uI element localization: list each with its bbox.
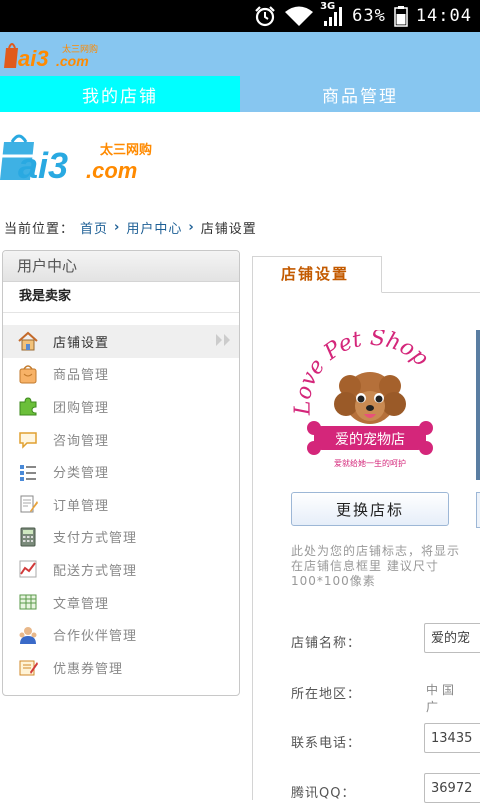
sidebar-item-coupons[interactable]: 优惠券管理 [3,651,239,684]
sidebar-item-label: 优惠券管理 [53,661,124,677]
app-header: ai3 .com 太三网购 [0,32,480,76]
seller-section-title: 我是卖家 [3,282,239,313]
next-button-edge[interactable] [476,492,480,528]
chart-icon [19,560,37,578]
sidebar-item-label: 商品管理 [53,368,110,384]
shop-name-label: 店铺名称： [291,636,362,651]
sidebar-item-label: 店铺设置 [53,335,110,351]
change-logo-button[interactable]: 更换店标 [291,492,449,526]
sidebar-item-label: 文章管理 [53,596,110,612]
wifi-icon [284,5,314,27]
sidebar-item-label: 配送方式管理 [53,563,138,579]
battery-icon [394,5,408,27]
sidebar-menu: 店铺设置 商品管理 团购管理 咨询管理 分类管理 订单管理 支付方式管理 配送方… [3,325,239,684]
sidebar-item-label: 支付方式管理 [53,531,138,547]
sidebar-item-label: 订单管理 [53,498,110,514]
user-center-panel: 用户中心 我是卖家 店铺设置 商品管理 团购管理 咨询管理 分类管理 订单管理 [2,250,240,696]
svg-text:太三网购: 太三网购 [62,43,98,55]
list-icon [20,464,36,481]
network-type-label: 3G [320,1,336,12]
home-icon [18,331,38,351]
svg-text:.com: .com [86,158,137,183]
sidebar-item-partners[interactable]: 合作伙伴管理 [3,618,239,651]
svg-text:.com: .com [56,53,89,69]
sidebar-item-payment-methods[interactable]: 支付方式管理 [3,521,239,554]
site-logo[interactable]: ai3 .com 太三网购 [0,130,170,194]
coupon-icon [19,660,38,676]
sidebar-item-group-buy[interactable]: 团购管理 [3,390,239,423]
main-tabs: 我的店铺 商品管理 [0,76,480,112]
logo-hint-text: 此处为您的店铺标志，将显示在店铺信息框里 建议尺寸100*100像素 [291,544,461,588]
breadcrumb-user-center[interactable]: 用户中心 [126,218,182,237]
breadcrumb-prefix: 当前位置： [4,222,75,237]
breadcrumb-current: 店铺设置 [200,222,257,237]
panel-title: 用户中心 [3,251,239,282]
qq-label: 腾讯QQ： [291,786,356,801]
status-icons: 3G 63% 14:04 [254,1,472,27]
status-bar: 3G 63% 14:04 [0,0,480,32]
header-logo[interactable]: ai3 .com 太三网购 [4,38,104,76]
sidebar-item-product-management[interactable]: 商品管理 [3,358,239,391]
double-chevron-right-icon [216,334,230,346]
document-edit-icon [20,495,38,513]
users-icon [19,626,37,644]
shop-name-input[interactable]: 爱的宠 [424,623,480,653]
puzzle-icon [19,397,37,416]
bag-icon [19,365,37,384]
chevron-right-icon: › [114,220,121,235]
tab-my-shop[interactable]: 我的店铺 [0,76,240,112]
sidebar-item-label: 合作伙伴管理 [53,629,138,645]
svg-text:ai3: ai3 [18,145,68,186]
next-image-thumb [476,330,480,480]
table-icon [19,594,37,610]
phone-input[interactable]: 13435 [424,723,480,753]
chevron-right-icon: › [188,220,195,235]
calculator-icon [20,527,36,547]
sidebar-item-consultation[interactable]: 咨询管理 [3,423,239,456]
svg-text:太三网购: 太三网购 [99,142,152,158]
sidebar-item-label: 团购管理 [53,400,110,416]
sidebar-item-orders[interactable]: 订单管理 [3,488,239,521]
region-label: 所在地区： [291,687,362,702]
clock: 14:04 [415,6,472,26]
content-tab-strip: 店铺设置 [252,256,480,293]
sidebar-item-articles[interactable]: 文章管理 [3,586,239,619]
qq-input[interactable]: 36972 [424,773,480,803]
signal-icon: 3G [320,1,344,27]
sidebar-item-label: 咨询管理 [53,433,110,449]
phone-label: 联系电话： [291,736,362,751]
sidebar-item-shipping-methods[interactable]: 配送方式管理 [3,553,239,586]
sidebar-item-category[interactable]: 分类管理 [3,455,239,488]
svg-text:ai3: ai3 [18,46,49,71]
logo-slogan-text: 爱就给她一生的呵护 [334,458,406,468]
region-select[interactable]: 中国 广 [426,681,480,715]
tab-shop-settings[interactable]: 店铺设置 [252,256,382,293]
battery-percent: 63% [352,6,386,26]
tab-product-management[interactable]: 商品管理 [240,76,480,112]
sidebar-item-label: 分类管理 [53,466,110,482]
alarm-icon [254,5,276,27]
speech-bubble-icon [19,432,37,449]
breadcrumb: 当前位置： 首页 › 用户中心 › 店铺设置 [4,218,257,237]
shop-logo-image: Love Pet Shop 爱的宠物店 爱就给她一生的呵护 [290,326,450,480]
breadcrumb-home[interactable]: 首页 [80,218,108,237]
sidebar-item-shop-settings[interactable]: 店铺设置 [3,325,239,358]
logo-subtitle-text: 爱的宠物店 [335,432,405,448]
